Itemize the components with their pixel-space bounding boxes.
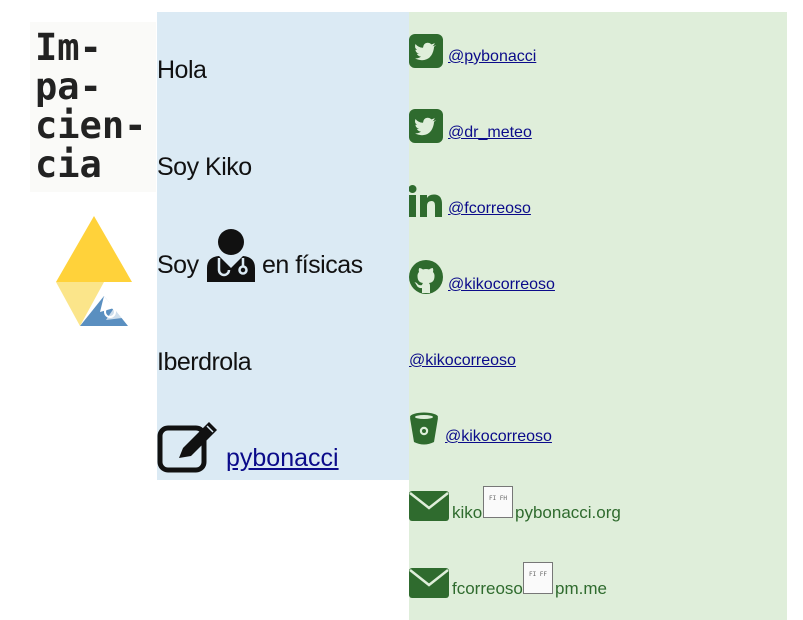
envelope-icon[interactable]	[409, 491, 449, 521]
greeting-text: Hola	[157, 56, 207, 84]
email-user-text: kiko	[452, 503, 483, 522]
envelope-icon[interactable]	[409, 568, 449, 598]
employer-text: Iberdrola	[157, 348, 252, 376]
triangle-logo-icon	[56, 216, 132, 326]
role-prefix-text: Soy	[157, 251, 199, 279]
linkedin-icon[interactable]	[409, 185, 443, 217]
contact-link[interactable]: @kikocorreoso	[445, 428, 552, 446]
brand-title-line: pa-	[35, 65, 102, 108]
contact-link[interactable]: @dr_meteo	[448, 124, 532, 142]
email-user-text: fcorreoso	[452, 579, 523, 598]
brand-title-line: Im-	[35, 26, 102, 69]
twitter-icon[interactable]	[409, 109, 443, 143]
contact-link[interactable]: @fcorreoso	[448, 200, 531, 218]
brand-title-line: cien-	[35, 104, 147, 147]
edit-icon	[157, 422, 217, 473]
blog-link[interactable]: pybonacci	[226, 444, 339, 473]
brand-title-line: cia	[35, 143, 102, 186]
at-symbol-glyph: FI FF	[523, 562, 553, 594]
email-domain-text: pybonacci.org	[515, 503, 621, 522]
brand-title: Im- pa- cien- cia	[35, 28, 146, 184]
contacts-panel	[409, 12, 787, 620]
github-icon[interactable]	[409, 260, 443, 294]
doctor-icon	[207, 229, 255, 282]
role-suffix-text: en físicas	[262, 251, 363, 279]
at-symbol-glyph: FI FH	[483, 486, 513, 518]
twitter-icon[interactable]	[409, 34, 443, 68]
email-domain-text: pm.me	[555, 579, 607, 598]
bitbucket-icon[interactable]	[409, 412, 439, 446]
name-text: Soy Kiko	[157, 153, 252, 181]
contact-link[interactable]: @pybonacci	[448, 48, 536, 66]
contact-link[interactable]: @kikocorreoso	[448, 276, 555, 294]
contact-link[interactable]: @kikocorreoso	[409, 352, 516, 370]
